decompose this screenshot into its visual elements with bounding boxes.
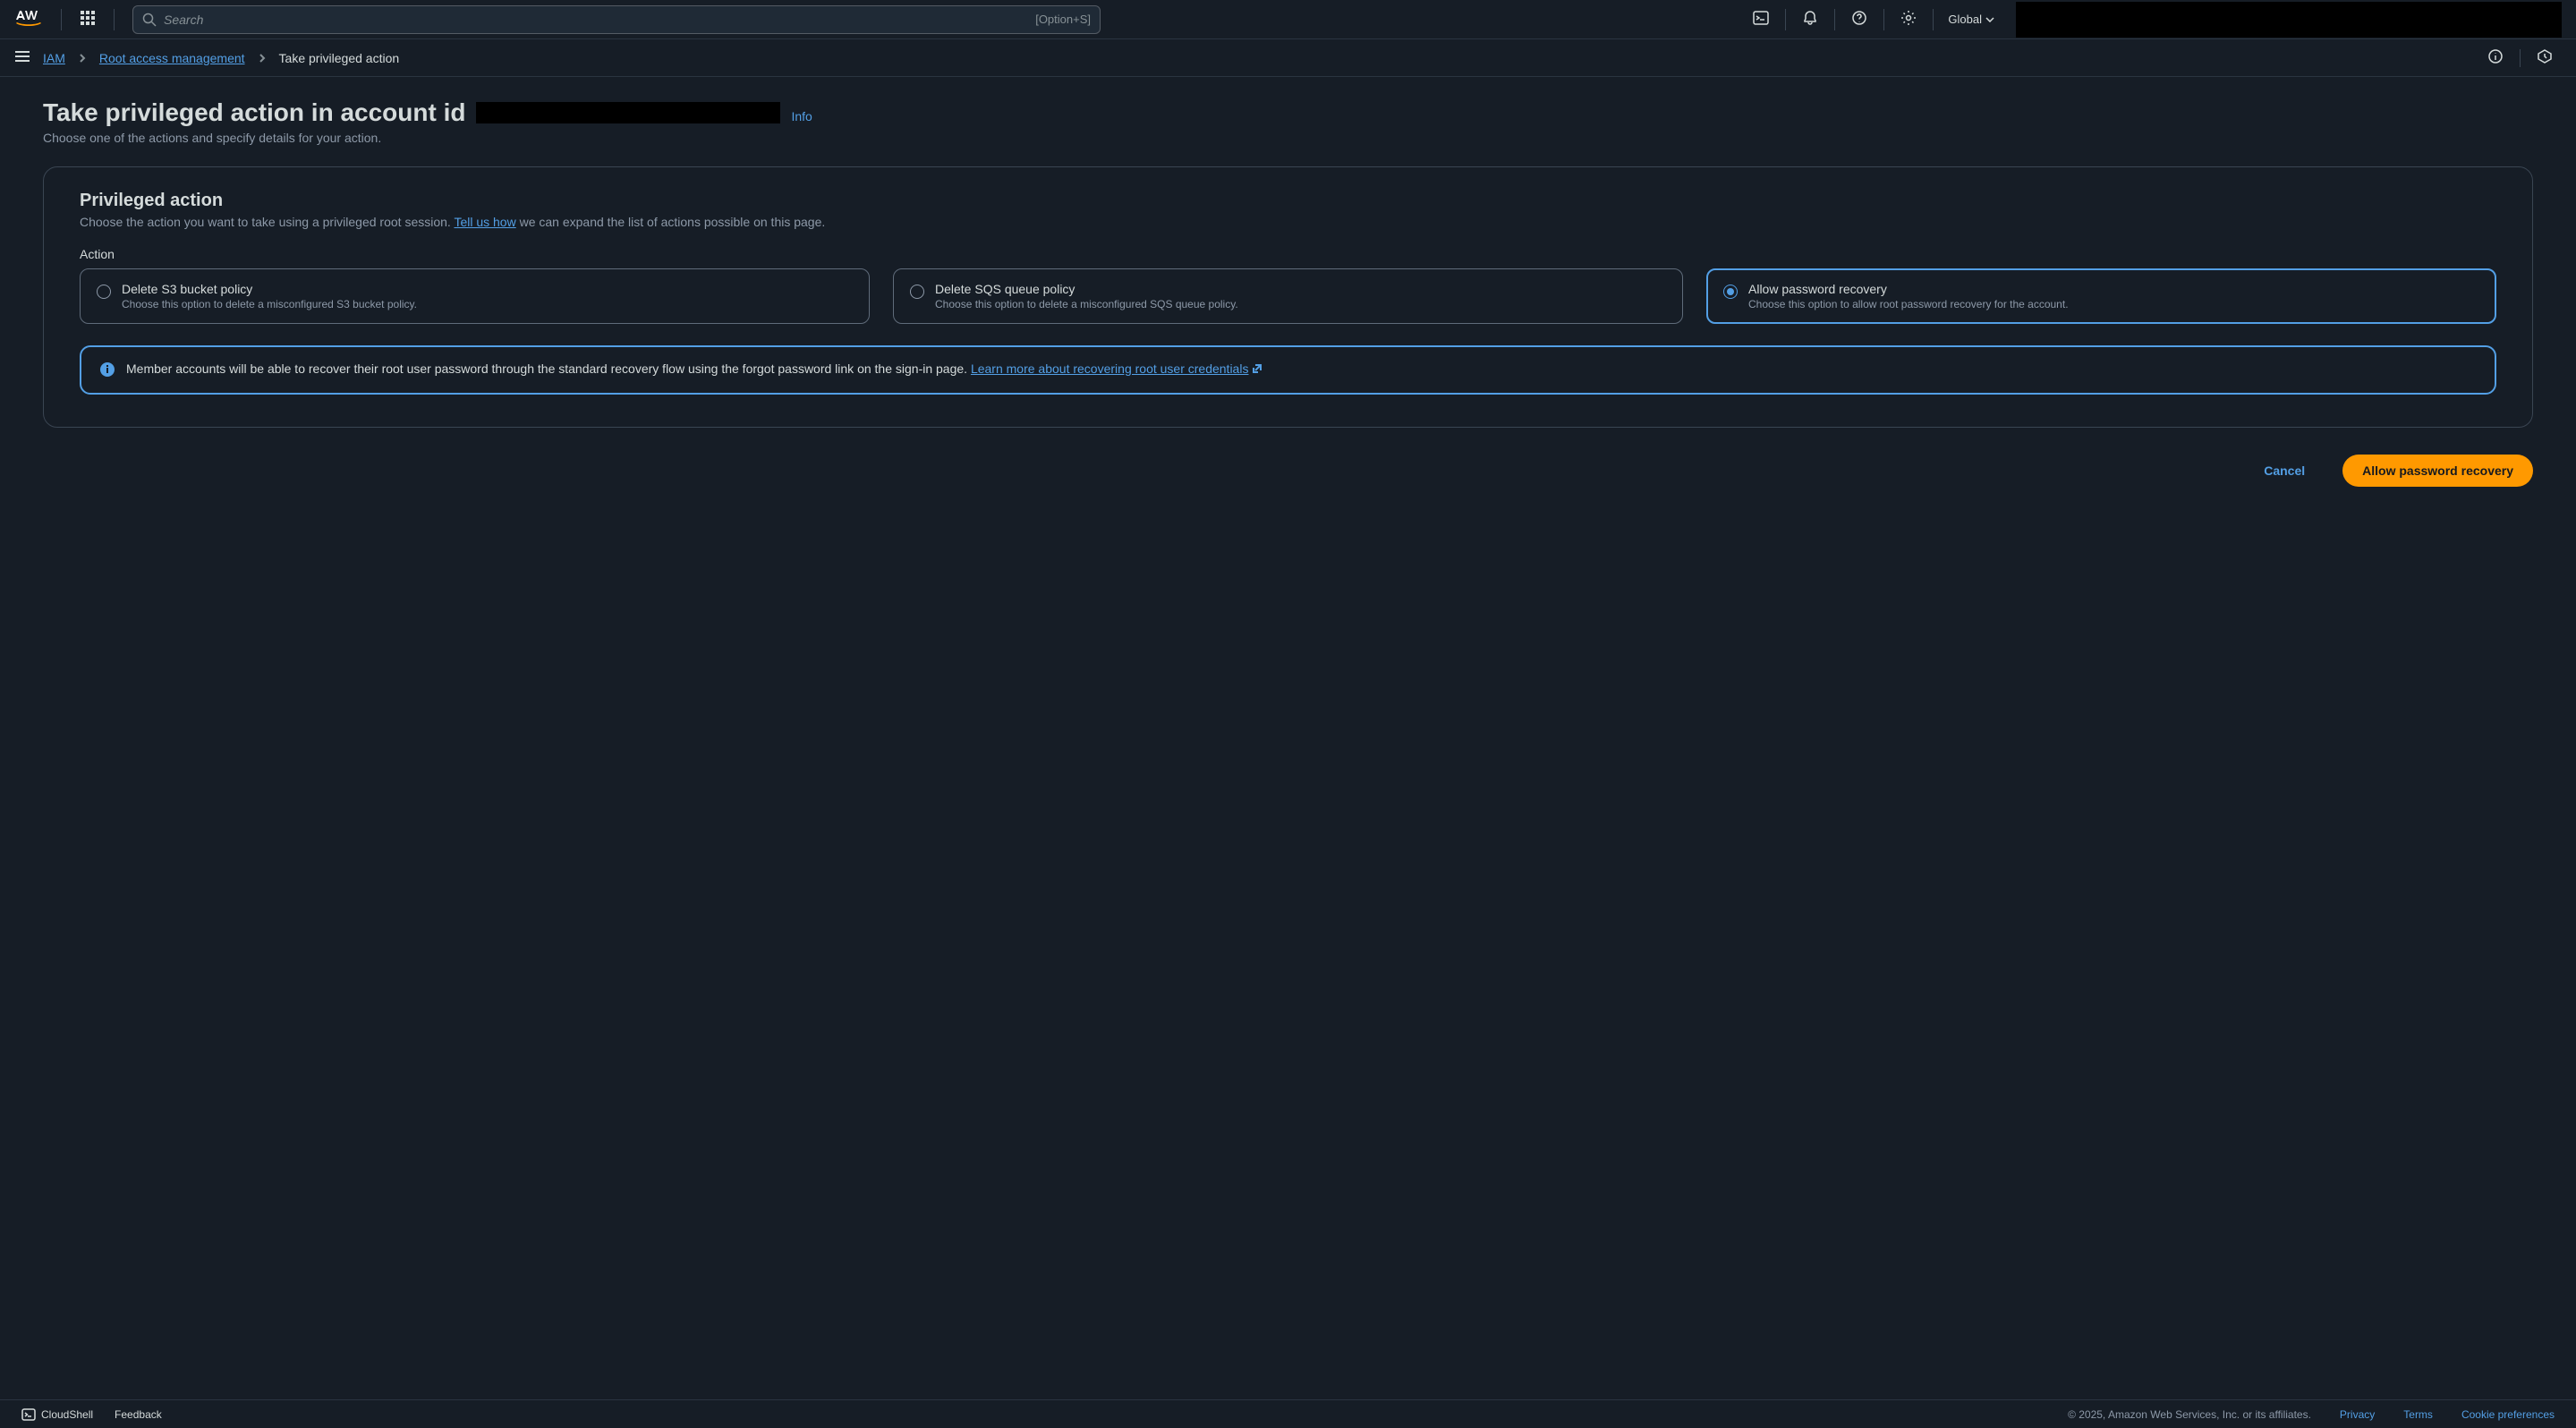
info-alert: Member accounts will be able to recover … [80,345,2496,395]
search-icon [142,13,157,27]
clock-icon[interactable] [2528,43,2562,72]
panel-title: Privileged action [80,191,2496,211]
main-content: Take privileged action in account id Inf… [0,77,2576,508]
account-id-redacted [476,102,780,123]
breadcrumb-bar: IAM Root access management Take privileg… [0,39,2576,77]
services-grid-icon[interactable] [72,10,103,29]
allow-password-recovery-button[interactable]: Allow password recovery [2342,455,2533,487]
footer: CloudShell Feedback © 2025, Amazon Web S… [0,1399,2576,1428]
privileged-action-panel: Privileged action Choose the action you … [43,166,2533,428]
radio-description: Choose this option to delete a misconfig… [122,298,417,310]
notifications-icon[interactable] [1793,4,1827,34]
breadcrumb-root-access[interactable]: Root access management [99,51,245,65]
info-link[interactable]: Info [791,109,812,123]
info-icon [99,360,115,380]
radio-icon [97,285,111,299]
radio-title: Delete S3 bucket policy [122,282,417,296]
divider [61,9,62,30]
chevron-right-icon [258,51,267,65]
alert-text: Member accounts will be able to recover … [126,360,1262,379]
chevron-right-icon [78,51,87,65]
aws-logo-icon[interactable] [14,9,50,30]
side-menu-toggle-icon[interactable] [14,50,30,65]
region-selector[interactable]: Global [1941,13,2002,26]
info-panel-icon[interactable] [2478,43,2512,72]
cloudshell-button[interactable]: CloudShell [21,1407,93,1422]
radio-icon [1723,285,1738,299]
radio-delete-s3-policy[interactable]: Delete S3 bucket policy Choose this opti… [80,268,870,324]
breadcrumb-current: Take privileged action [279,51,400,65]
divider [114,9,115,30]
radio-allow-password-recovery[interactable]: Allow password recovery Choose this opti… [1706,268,2496,324]
search-shortcut-hint: [Option+S] [1035,13,1091,26]
account-area-redacted [2016,2,2562,38]
radio-title: Allow password recovery [1748,282,2069,296]
learn-more-link[interactable]: Learn more about recovering root user cr… [971,361,1263,376]
search-box[interactable]: [Option+S] [132,5,1101,34]
radio-description: Choose this option to allow root passwor… [1748,298,2069,310]
panel-desc-text: Choose the action you want to take using… [80,215,454,229]
alert-message: Member accounts will be able to recover … [126,361,971,376]
page-title: Take privileged action in account id [43,98,780,127]
page-title-text: Take privileged action in account id [43,98,465,127]
help-icon[interactable] [1842,4,1876,34]
copyright-text: © 2025, Amazon Web Services, Inc. or its… [2068,1408,2311,1421]
privacy-link[interactable]: Privacy [2340,1408,2375,1421]
cookie-preferences-link[interactable]: Cookie preferences [2461,1408,2555,1421]
panel-description: Choose the action you want to take using… [80,215,2496,229]
divider [1785,9,1786,30]
tell-us-how-link[interactable]: Tell us how [454,215,515,229]
top-nav: [Option+S] Global [0,0,2576,39]
radio-icon [910,285,924,299]
feedback-link[interactable]: Feedback [115,1408,162,1421]
cloudshell-icon[interactable] [1744,4,1778,34]
search-input[interactable] [164,13,1035,27]
terms-link[interactable]: Terms [2403,1408,2433,1421]
divider [1933,9,1934,30]
divider [1834,9,1835,30]
action-field-label: Action [80,247,2496,261]
divider [1883,9,1884,30]
action-buttons: Cancel Allow password recovery [43,455,2533,487]
page-subtitle: Choose one of the actions and specify de… [43,131,2533,145]
breadcrumb-iam[interactable]: IAM [43,51,65,65]
cancel-button[interactable]: Cancel [2244,455,2325,487]
cloudshell-label: CloudShell [41,1408,93,1421]
radio-title: Delete SQS queue policy [935,282,1238,296]
radio-description: Choose this option to delete a misconfig… [935,298,1238,310]
panel-desc-text-after: we can expand the list of actions possib… [516,215,826,229]
radio-delete-sqs-policy[interactable]: Delete SQS queue policy Choose this opti… [893,268,1683,324]
region-label: Global [1948,13,1982,26]
chevron-down-icon [1985,17,1994,22]
divider [2520,49,2521,67]
action-radio-group: Delete S3 bucket policy Choose this opti… [80,268,2496,324]
learn-more-text: Learn more about recovering root user cr… [971,361,1249,376]
settings-icon[interactable] [1892,4,1926,34]
external-link-icon [1252,361,1262,379]
